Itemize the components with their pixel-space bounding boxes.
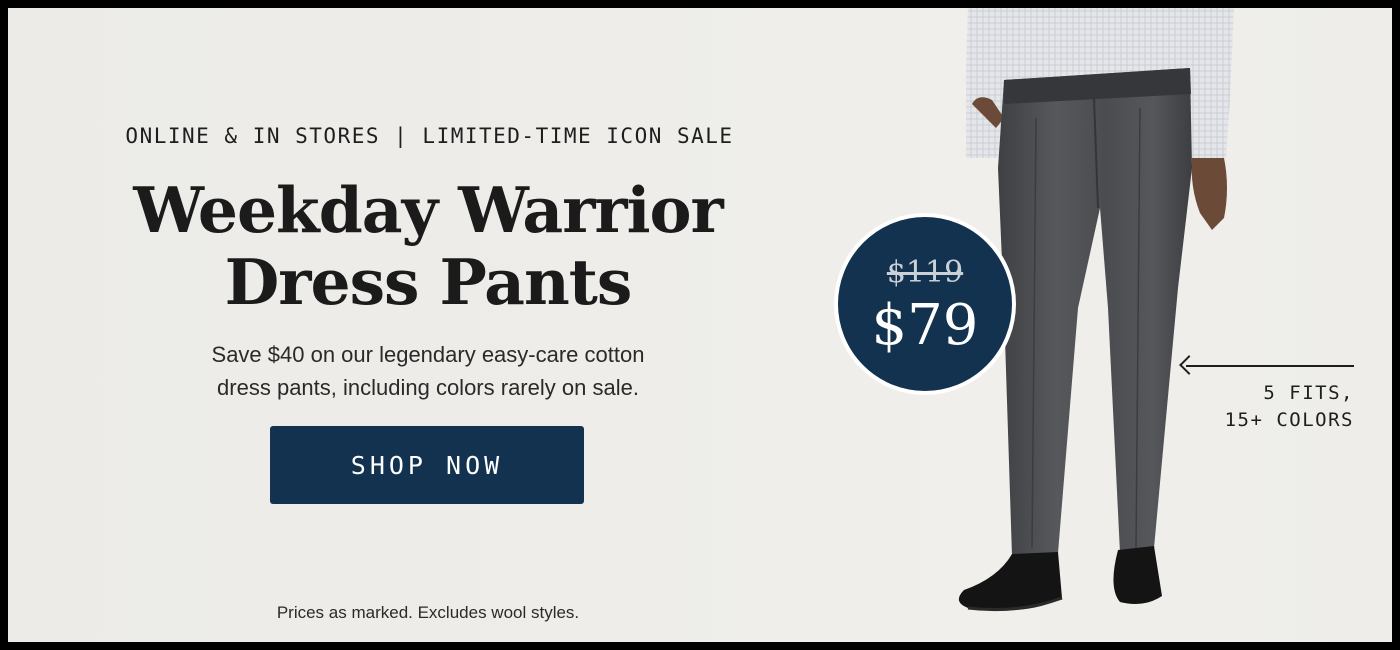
promo-headline: Weekday Warrior Dress Pants — [68, 174, 788, 318]
fits-line-2: 15+ COLORS — [1224, 409, 1354, 431]
subcopy-line-2: dress pants, including colors rarely on … — [217, 375, 639, 400]
promo-banner[interactable]: ONLINE & IN STORES | LIMITED-TIME ICON S… — [8, 8, 1392, 642]
price-badge: $119 $79 — [834, 213, 1016, 395]
disclaimer-text: Prices as marked. Excludes wool styles. — [276, 603, 580, 622]
promo-subcopy: Save $40 on our legendary easy-care cott… — [128, 338, 728, 404]
fits-line-1: 5 FITS, — [1263, 382, 1354, 404]
promo-eyebrow: ONLINE & IN STORES | LIMITED-TIME ICON S… — [125, 124, 734, 148]
headline-line-2: Dress Pants — [224, 245, 633, 319]
sale-price: $79 — [871, 293, 979, 358]
shop-now-button[interactable]: SHOP NOW — [270, 426, 584, 504]
subcopy-line-1: Save $40 on our legendary easy-care cott… — [211, 342, 645, 367]
fits-callout: 5 FITS, 15+ COLORS — [1158, 380, 1354, 434]
original-price: $119 — [886, 255, 964, 290]
arrow-left-icon — [1186, 365, 1354, 367]
headline-line-1: Weekday Warrior — [133, 173, 723, 247]
